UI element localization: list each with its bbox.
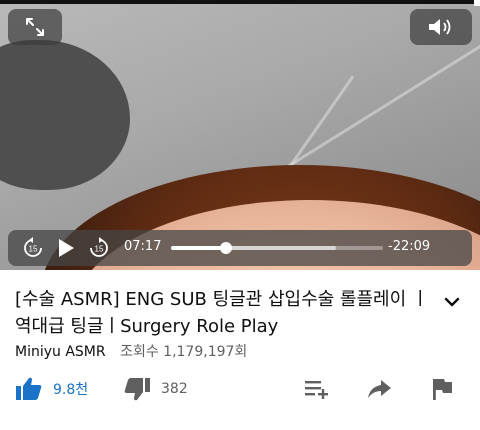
thumbs-up-icon — [16, 377, 42, 400]
fullscreen-arrows-icon — [26, 18, 44, 36]
thumbs-down-icon — [124, 378, 150, 401]
like-button[interactable]: 9.8천 — [15, 372, 88, 406]
video-title[interactable]: [수술 ASMR] ENG SUB 팅글관 삽입수술 롤플레이 ㅣ역대급 팅글ㅣ… — [15, 286, 433, 340]
view-count: 조회수 1,179,197회 — [120, 344, 248, 360]
play-icon — [59, 239, 74, 257]
volume-button[interactable] — [410, 9, 472, 45]
forward-seconds: 15 — [95, 245, 104, 254]
like-count: 9.8천 — [53, 382, 89, 398]
add-to-playlist-button[interactable] — [303, 372, 331, 406]
remaining-time: -22:09 — [388, 239, 431, 254]
volume-icon — [429, 19, 451, 35]
seek-handle[interactable] — [220, 242, 233, 254]
play-button[interactable] — [56, 237, 76, 259]
dislike-button[interactable]: 382 — [123, 372, 188, 406]
video-corner — [474, 0, 480, 6]
video-top-edge — [0, 0, 480, 4]
channel-name[interactable]: Miniyu ASMR — [15, 344, 106, 360]
seek-bar[interactable] — [171, 242, 383, 254]
played-bar — [171, 246, 227, 250]
video-frame-shadow — [0, 40, 130, 190]
dislike-count: 382 — [161, 381, 188, 397]
report-button[interactable] — [428, 372, 456, 406]
forward-15-button[interactable]: 15 — [88, 236, 110, 260]
add-to-playlist-icon — [305, 381, 328, 399]
player-controls-bar: 15 15 07:17 -22:09 — [8, 230, 472, 266]
current-time: 07:17 — [124, 239, 162, 254]
chevron-down-icon — [444, 297, 460, 307]
rewind-15-button[interactable]: 15 — [22, 236, 44, 260]
forward-icon: 15 — [90, 237, 108, 257]
share-icon — [368, 380, 391, 398]
video-player[interactable]: 15 15 07:17 -22:09 — [0, 0, 480, 270]
share-button[interactable] — [365, 372, 393, 406]
rewind-seconds: 15 — [29, 245, 38, 254]
fullscreen-button[interactable] — [8, 9, 62, 45]
flag-icon — [433, 379, 452, 400]
video-meta: Miniyu ASMR 조회수 1,179,197회 — [15, 341, 247, 361]
expand-description-button[interactable] — [440, 290, 464, 314]
rewind-icon: 15 — [24, 237, 42, 257]
